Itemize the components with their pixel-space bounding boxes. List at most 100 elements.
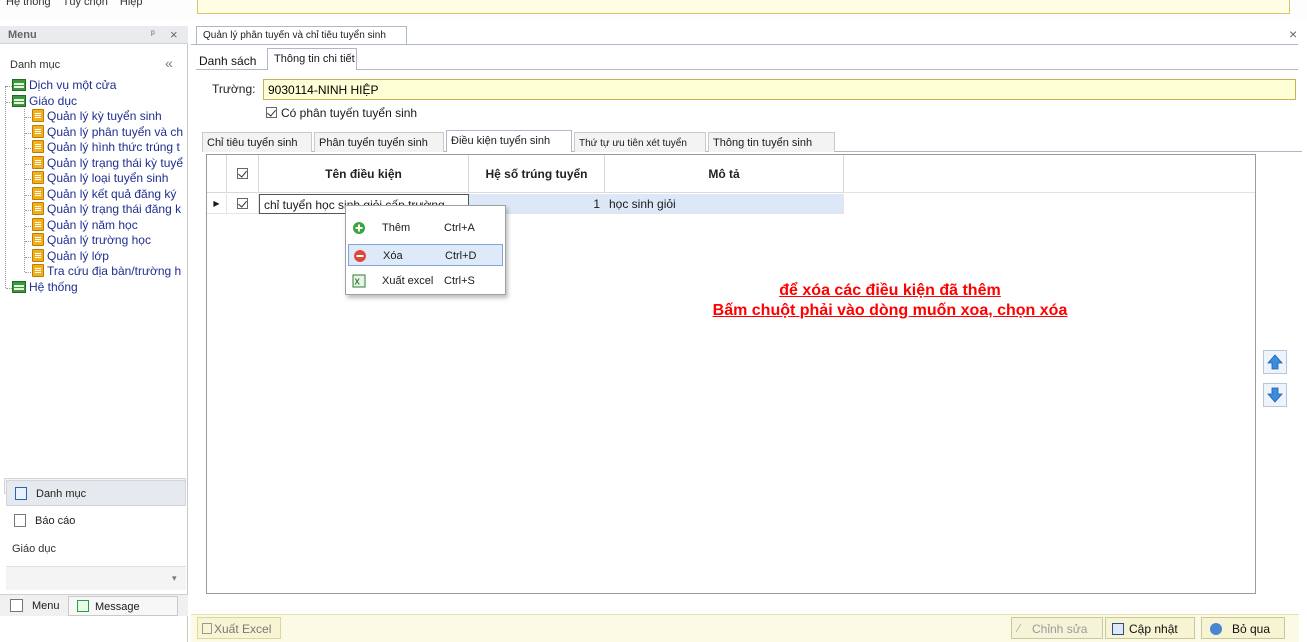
menu-hiep[interactable]: Hiệp [120,0,143,10]
export-excel-label: Xuất Excel [214,622,272,636]
tree-item[interactable]: Hệ thống [12,280,78,295]
col-mo-ta[interactable]: Mô tả [605,155,844,193]
nav-danh-muc-label: Danh mục [36,488,87,500]
phan-tuyen-checkbox[interactable] [266,107,277,118]
folder-icon [12,94,26,107]
tree-item[interactable]: Quản lý năm học [32,217,138,233]
doc-icon [32,171,44,184]
svg-text:X: X [355,278,361,287]
cancel-button[interactable]: Bỏ qua [1201,617,1285,639]
menu-item-xuat-excel[interactable]: X Xuất excel Ctrl+S [348,270,503,292]
menu-tuy-chon[interactable]: Tùy chọn [63,0,108,10]
tab-chi-tieu[interactable]: Chỉ tiêu tuyển sinh [202,132,312,152]
collapse-icon[interactable]: « [165,55,173,71]
tree-guide-branch [25,117,31,118]
truong-label: Trường: [212,82,256,96]
edit-button[interactable]: ∕ Chỉnh sửa [1011,617,1103,639]
menu-he-thong[interactable]: Hệ thống [6,0,51,10]
cell-mo-ta[interactable]: học sinh giỏi [605,194,844,214]
tree-item[interactable]: Quản lý trạng thái kỳ tuyể [32,155,184,171]
tab-menu-label: Menu [32,600,60,612]
tab-dieu-kien[interactable]: Điều kiện tuyển sinh [446,130,572,152]
tree-item[interactable]: Quản lý lớp [32,248,109,264]
tree-item[interactable]: Tra cứu địa bàn/trường h [32,264,181,279]
tab-chi-tieu-label: Chỉ tiêu tuyển sinh [207,137,298,149]
nav-bao-cao[interactable]: Báo cáo [6,508,186,534]
tree-item-label: Giáo dục [29,93,78,108]
main-menubar: Hệ thống Tùy chọn Hiệp [6,0,143,10]
export-excel-button[interactable]: Xuất Excel [197,617,281,639]
row-checkbox[interactable] [237,198,248,209]
nav-danh-muc[interactable]: Danh mục [6,480,186,506]
tree-item[interactable]: Quản lý trường học [32,233,151,248]
table-row[interactable]: ▶ chỉ tuyển học sinh giỏi cấp trường 1 h… [207,194,844,214]
category-header: Danh mục « [0,54,188,74]
move-up-button[interactable] [1263,350,1287,374]
tab-danh-sach-label: Danh sách [199,54,257,68]
tree-item[interactable]: Quản lý trạng thái đăng k [32,202,181,217]
menu-item-them[interactable]: Thêm Ctrl+A [348,217,503,239]
menu-item-xoa-label: Xóa [383,250,403,262]
doc-icon [32,109,44,122]
select-all-header[interactable] [227,155,259,193]
menu-tree: Dịch vụ một cửa Giáo dục Quản lý kỳ tuyển … [0,78,188,478]
tree-item[interactable]: Quản lý kỳ tuyển sinh [32,109,162,124]
tab-phan-tuyen[interactable]: Phân tuyển tuyển sinh [314,132,444,152]
tree-item-label: Quản lý trường học [47,233,151,247]
bottom-tabs: Menu Message [0,594,188,616]
annotation-line-1: để xóa các điều kiện đã thêm [779,282,1001,299]
tree-item[interactable]: Quản lý loại tuyển sinh [32,171,168,186]
tree-item-label: Dịch vụ một cửa [29,78,117,92]
tab-dieu-kien-label: Điều kiện tuyển sinh [451,135,551,147]
tree-guide-branch [25,194,31,196]
nav-bao-cao-label: Báo cáo [35,515,76,527]
panel-splitter[interactable]: ▾ [6,566,186,590]
tab-thu-tu-uu-tien[interactable]: Thứ tự ưu tiên xét tuyển [574,132,706,152]
select-all-checkbox[interactable] [237,168,248,179]
doc-icon [32,140,44,153]
tree-item-label: Quản lý phân tuyển và ch [47,124,184,139]
menu-item-them-shortcut: Ctrl+A [444,222,475,234]
tree-item[interactable]: Quản lý kết quả đăng ký [32,186,176,202]
truong-field[interactable]: 9030114-NINH HIỆP [263,79,1296,100]
tree-guide-branch [25,179,31,180]
tree-item-label: Quản lý trạng thái kỳ tuyể [47,155,184,170]
doc-icon [32,124,44,138]
menu-item-xoa[interactable]: Xóa Ctrl+D [348,244,503,266]
edit-label: Chỉnh sửa [1032,622,1088,636]
list-icon [15,487,27,500]
tab-message[interactable]: Message [68,596,178,616]
category-title: Danh mục [10,59,61,71]
tree-guide-branch [25,272,31,273]
chevron-down-icon[interactable]: ▾ [172,573,177,584]
subtab-divider [196,69,1298,70]
tab-thong-tin-chi-tiet[interactable]: Thông tin chi tiết [267,48,357,70]
tree-guide-branch [25,256,31,258]
document-tab[interactable]: Quản lý phân tuyến và chỉ tiêu tuyển sin… [196,26,407,44]
doc-icon [32,155,44,169]
col-he-so[interactable]: Hệ số trúng tuyển [469,155,605,193]
tree-item[interactable]: Quản lý phân tuyển và ch [32,124,184,140]
tree-item-label: Quản lý loại tuyển sinh [47,171,169,185]
tab-thong-tin-tuyen-sinh[interactable]: Thông tin tuyển sinh [708,132,835,152]
message-icon [77,600,89,612]
move-down-button[interactable] [1263,383,1287,407]
tree-item-label: Quản lý trạng thái đăng k [47,202,182,216]
report-icon [14,514,26,527]
tree-item[interactable]: Dịch vụ một cửa [12,78,116,93]
row-check-cell[interactable] [227,194,259,214]
doc-icon [32,264,44,277]
update-button[interactable]: Cập nhật [1105,617,1195,639]
doc-icon [32,202,44,215]
close-icon[interactable]: × [170,27,178,42]
pin-icon[interactable]: ᵖ [151,29,155,40]
tree-guide-line [5,86,6,288]
tree-item[interactable]: Giáo dục [12,94,77,109]
tree-item[interactable]: Quản lý hình thức trúng t [32,140,180,155]
col-ten-dieu-kien[interactable]: Tên điều kiện [259,155,469,193]
tree-item-label: Hệ thống [29,279,78,294]
tab-thu-tu-label: Thứ tự ưu tiên xét tuyển [579,138,687,149]
inner-tabs: Chỉ tiêu tuyển sinh Phân tuyển tuyển sin… [202,130,1302,152]
close-document-icon[interactable]: × [1289,26,1297,42]
tree-guide-branch [25,210,31,211]
